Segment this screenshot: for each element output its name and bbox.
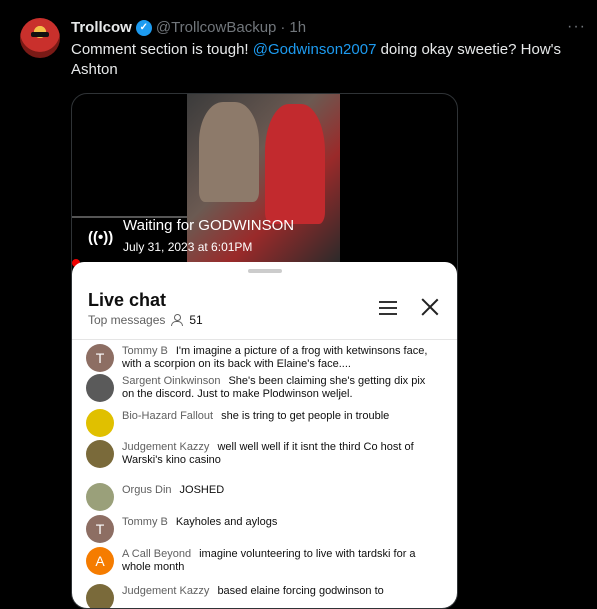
chat-text: she is tring to get people in trouble [221,410,390,422]
video-thumbnail [187,94,340,264]
chat-message-body: Judgement Kazzy well well well if it isnt… [122,441,437,467]
chat-text: Kayholes and aylogs [175,516,278,528]
chat-author[interactable]: Bio-Hazard Fallout [122,410,213,422]
chat-message-body: Judgement Kazzy based elaine forcing godw… [122,585,437,598]
filter-settings-icon[interactable] [379,299,397,315]
video-date: July 31, 2023 at 6:01PM [123,240,253,254]
video-title: Waiting for GODWINSON [123,217,295,234]
divider [72,339,457,340]
chat-author[interactable]: Orgus Din [122,484,172,496]
live-chat-subtitle: Top messages 51 [88,313,203,327]
timestamp[interactable]: 1h [289,19,306,36]
live-chat-title: Live chat [88,290,167,310]
chat-author[interactable]: Judgement Kazzy [122,441,209,453]
tweet-text: Comment section is tough! @Godwinson2007… [71,40,586,80]
chat-avatar[interactable] [86,409,114,437]
chat-message-body: Orgus Din JOSHED [122,484,437,497]
chat-avatar[interactable] [86,440,114,468]
chat-text: JOSHED [179,484,225,496]
top-messages-label[interactable]: Top messages [88,313,165,327]
verified-badge-icon: ✓ [135,19,152,36]
mention-link[interactable]: @Godwinson2007 [253,41,377,58]
chat-avatar[interactable] [86,584,114,608]
chat-author[interactable]: Judgement Kazzy [122,585,209,597]
chat-message-body: Tommy B Kayholes and aylogs [122,516,437,529]
chat-avatar[interactable] [86,483,114,511]
chat-avatar[interactable]: T [86,344,114,372]
chat-message-body: Sargent Oinkwinson She's been claiming sh… [122,375,437,401]
chat-message-body: A Call Beyond imagine volunteering to liv… [122,548,437,574]
broadcast-icon: ((•)) [88,229,114,246]
chat-author[interactable]: A Call Beyond [122,548,191,560]
chat-author[interactable]: Tommy B [122,516,168,528]
tweet-text-part: Comment section is tough! [71,41,253,58]
chat-avatar[interactable]: A [86,547,114,575]
more-options-icon[interactable]: ··· [567,18,586,36]
chat-author[interactable]: Sargent Oinkwinson [122,375,220,387]
live-chat-panel: Live chat Top messages 51 T Tommy B I'm im… [72,262,457,608]
close-icon[interactable] [421,298,439,316]
tweet[interactable]: Trollcow ✓ @TrollcowBackup · 1h ··· Comm… [0,0,597,609]
viewer-count: 51 [189,313,203,327]
tweet-header: Trollcow ✓ @TrollcowBackup · 1h [71,19,306,36]
chat-author[interactable]: Tommy B [122,345,168,357]
display-name[interactable]: Trollcow [71,19,132,36]
drag-handle[interactable] [248,269,282,273]
chat-avatar[interactable] [86,374,114,402]
user-handle[interactable]: @TrollcowBackup [156,19,277,36]
chat-avatar[interactable]: T [86,515,114,543]
separator-dot: · [280,19,286,36]
chat-text: based elaine forcing godwinson to [217,585,384,597]
people-icon [171,314,184,326]
user-avatar[interactable] [20,18,60,58]
chat-message-body: Tommy B I'm imagine a picture of a frog w… [122,345,437,371]
chat-message-body: Bio-Hazard Fallout she is tring to get pe… [122,410,437,423]
media-attachment[interactable]: ((•)) Waiting for GODWINSON July 31, 202… [71,93,458,609]
